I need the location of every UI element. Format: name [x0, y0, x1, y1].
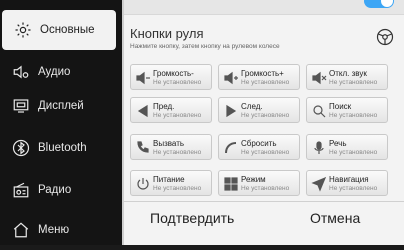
previous-icon: [135, 103, 151, 119]
button-status: Не установлено: [153, 185, 202, 192]
power-icon: [135, 176, 151, 192]
sidebar: Основные Аудио Дисплей Bluetooth Радио М…: [0, 0, 123, 245]
button-label: Навигация: [329, 175, 369, 184]
next-button[interactable]: След. Не установлено: [218, 97, 300, 123]
hang-up-icon: [223, 140, 239, 156]
mute-button[interactable]: Откл. звук Не установлено: [306, 64, 388, 90]
button-status: Не установлено: [153, 149, 202, 156]
button-label: Громкость+: [241, 69, 284, 78]
sidebar-item-display[interactable]: Дисплей: [0, 86, 118, 126]
sidebar-item-label: Основные: [40, 24, 95, 36]
mute-icon: [311, 70, 327, 86]
button-label: Поиск: [329, 102, 352, 111]
button-label: Речь: [329, 139, 347, 148]
next-icon: [223, 103, 239, 119]
sidebar-item-general[interactable]: Основные: [2, 10, 116, 50]
button-label: Сбросить: [241, 139, 277, 148]
sidebar-item-bluetooth[interactable]: Bluetooth: [0, 128, 118, 168]
button-status: Не установлено: [241, 185, 290, 192]
button-status: Не установлено: [329, 79, 378, 86]
toggle-switch[interactable]: [364, 0, 394, 8]
sidebar-item-menu[interactable]: Меню: [0, 210, 118, 250]
volume-down-icon: [135, 70, 151, 86]
voice-button[interactable]: Речь Не установлено: [306, 134, 388, 160]
sidebar-item-label: Радио: [38, 184, 72, 196]
button-status: Не установлено: [241, 79, 290, 86]
home-icon: [10, 219, 32, 241]
search-icon: [311, 103, 327, 119]
button-status: Не установлено: [153, 79, 202, 86]
sidebar-item-label: Bluetooth: [38, 142, 87, 154]
button-label: След.: [241, 102, 263, 111]
volume-up-icon: [223, 70, 239, 86]
call-button[interactable]: Вызвать Не установлено: [130, 134, 212, 160]
gear-icon: [12, 19, 34, 41]
button-label: Режим: [241, 175, 266, 184]
mode-button[interactable]: Режим Не установлено: [218, 170, 300, 196]
bluetooth-icon: [10, 137, 32, 159]
steering-wheel-icon: [376, 28, 394, 46]
power-button[interactable]: Питание Не установлено: [130, 170, 212, 196]
page-title: Кнопки руля: [130, 26, 204, 41]
button-status: Не установлено: [329, 149, 378, 156]
microphone-icon: [311, 140, 327, 156]
steering-buttons-panel: Кнопки руля Нажмите кнопку, затем кнопку…: [122, 0, 404, 245]
sidebar-item-label: Меню: [38, 224, 70, 236]
button-status: Не установлено: [153, 112, 202, 119]
sidebar-item-radio[interactable]: Радио: [0, 170, 118, 210]
cancel-button[interactable]: Отмена: [310, 210, 360, 226]
display-icon: [10, 95, 32, 117]
search-button[interactable]: Поиск Не установлено: [306, 97, 388, 123]
navigation-icon: [311, 176, 327, 192]
button-label: Вызвать: [153, 139, 185, 148]
footer-divider: [124, 201, 404, 202]
button-status: Не установлено: [241, 149, 290, 156]
confirm-button[interactable]: Подтвердить: [150, 210, 234, 226]
sidebar-item-label: Дисплей: [38, 100, 84, 112]
button-label: Громкость-: [153, 69, 194, 78]
mode-icon: [223, 176, 239, 192]
top-bar: [124, 0, 404, 15]
radio-icon: [10, 179, 32, 201]
speaker-icon: [10, 61, 32, 83]
navigation-button[interactable]: Навигация Не установлено: [306, 170, 388, 196]
button-label: Пред.: [153, 102, 175, 111]
volume-up-button[interactable]: Громкость+ Не установлено: [218, 64, 300, 90]
page-subtitle: Нажмите кнопку, затем кнопку на рулевом …: [130, 43, 280, 50]
phone-call-icon: [135, 140, 151, 156]
hang-up-button[interactable]: Сбросить Не установлено: [218, 134, 300, 160]
sidebar-item-label: Аудио: [38, 66, 71, 78]
button-label: Питание: [153, 175, 185, 184]
button-status: Не установлено: [241, 112, 290, 119]
button-label: Откл. звук: [329, 69, 367, 78]
button-status: Не установлено: [329, 185, 378, 192]
previous-button[interactable]: Пред. Не установлено: [130, 97, 212, 123]
volume-down-button[interactable]: Громкость- Не установлено: [130, 64, 212, 90]
button-status: Не установлено: [329, 112, 378, 119]
